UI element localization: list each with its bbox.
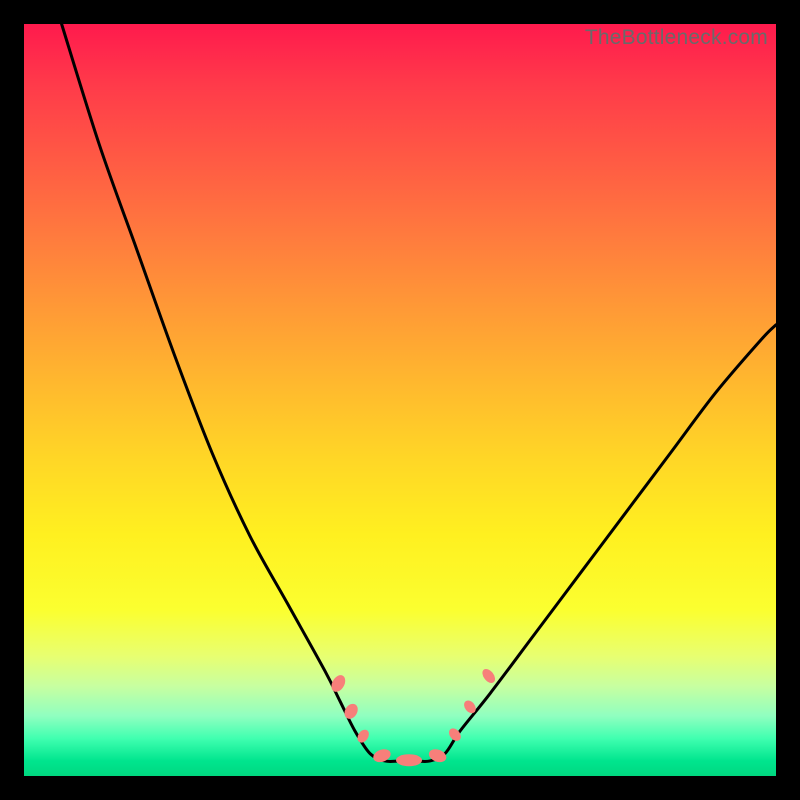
chart-curve-layer [24,24,776,776]
curve-group [62,24,776,762]
chart-frame: TheBottleneck.com [0,0,800,800]
chart-plot-area: TheBottleneck.com [24,24,776,776]
bottleneck-curve [62,24,776,762]
curve-marker [480,667,498,686]
curve-marker [396,754,422,766]
